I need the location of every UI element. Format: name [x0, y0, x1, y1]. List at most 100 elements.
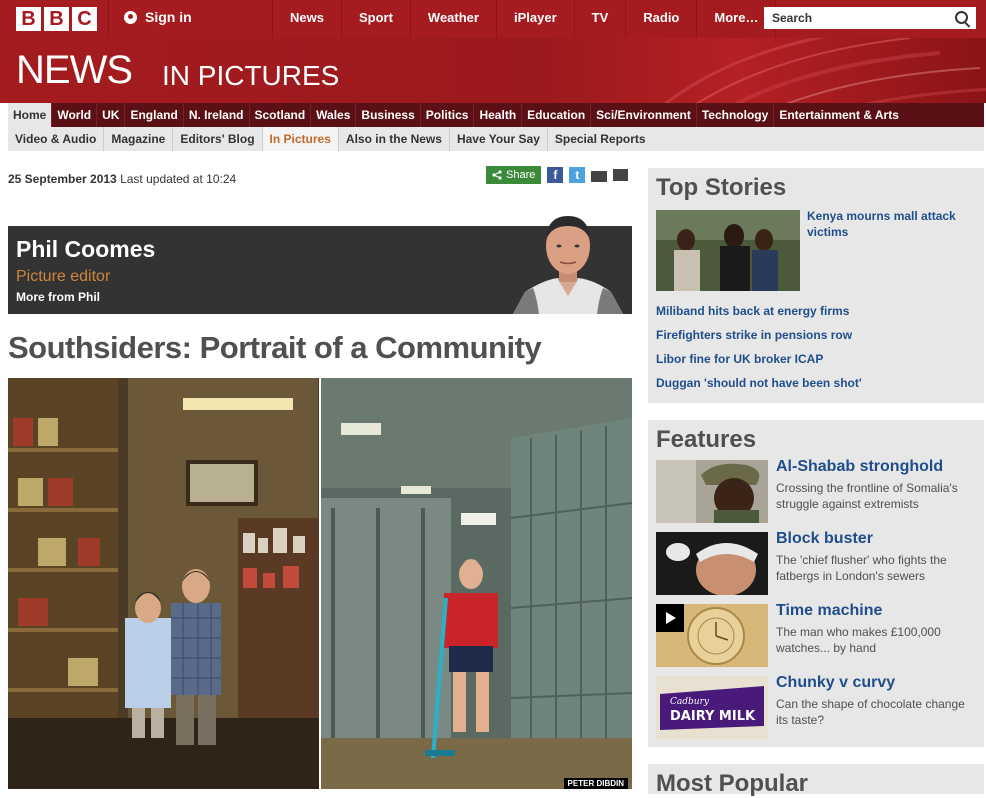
subnav-magazine[interactable]: Magazine: [104, 127, 174, 151]
share-button[interactable]: Share: [486, 166, 542, 184]
search-input[interactable]: Search: [764, 7, 976, 29]
logo-letter-b1: B: [16, 7, 41, 31]
last-updated: Last updated at 10:24: [120, 172, 237, 186]
feature-title[interactable]: Time machine: [776, 602, 882, 620]
share-tools: Share f t: [486, 166, 629, 184]
share-icon: [492, 170, 502, 180]
topnav-news[interactable]: News: [272, 0, 341, 38]
search-placeholder: Search: [772, 11, 813, 25]
feature-title[interactable]: Block buster: [776, 530, 873, 548]
bbc-logo[interactable]: B B C: [16, 7, 97, 31]
flusher-photo: [656, 532, 768, 595]
divider: [108, 0, 109, 38]
play-icon[interactable]: [656, 604, 684, 632]
nav-england[interactable]: England: [125, 103, 184, 127]
top-story-image[interactable]: [656, 210, 800, 291]
nav-world[interactable]: World: [52, 103, 98, 127]
nav-uk[interactable]: UK: [97, 103, 126, 127]
banner-swoosh-graphic: [663, 38, 986, 103]
primary-nav: Home World UK England N. Ireland Scotlan…: [8, 103, 984, 127]
topnav-iplayer[interactable]: iPlayer: [495, 0, 574, 38]
top-stories-title: Top Stories: [656, 174, 787, 201]
top-story-link-1[interactable]: Miliband hits back at energy firms: [656, 304, 849, 318]
feature-desc: Can the shape of chocolate change its ta…: [776, 697, 965, 727]
signin-label: Sign in: [145, 9, 192, 25]
share-label: Share: [506, 169, 536, 181]
top-story-link-3[interactable]: Libor fine for UK broker ICAP: [656, 352, 823, 366]
article-date: 25 September 2013: [8, 172, 117, 186]
logo-letter-b2: B: [44, 7, 69, 31]
feature-item[interactable]: Block buster The 'chief flusher' who fig…: [656, 530, 976, 596]
section-title: IN PICTURES: [162, 60, 340, 91]
most-popular-box: Most Popular: [648, 764, 984, 797]
changing-room-scene: [321, 378, 632, 789]
subnav-also-in-the-news[interactable]: Also in the News: [339, 127, 450, 151]
nav-sci-environment[interactable]: Sci/Environment: [591, 103, 697, 127]
nav-politics[interactable]: Politics: [421, 103, 475, 127]
most-popular-title: Most Popular: [656, 770, 809, 797]
topnav-tv[interactable]: TV: [573, 0, 626, 38]
nav-education[interactable]: Education: [522, 103, 592, 127]
date-line: 25 September 2013 Last updated at 10:24: [8, 172, 236, 186]
author-photo: [513, 216, 623, 314]
top-story-link-4[interactable]: Duggan 'should not have been shot': [656, 376, 862, 390]
photo-shopkeepers: [8, 378, 319, 789]
subnav-special-reports[interactable]: Special Reports: [548, 127, 653, 151]
features-title: Features: [656, 426, 757, 453]
feature-item[interactable]: Time machine The man who makes £100,000 …: [656, 602, 976, 668]
top-story-main-link[interactable]: Kenya mourns mall attack victims: [807, 208, 967, 240]
topnav-weather[interactable]: Weather: [409, 0, 496, 38]
feature-title[interactable]: Al-Shabab stronghold: [776, 458, 943, 476]
chocolate-photo: Cadbury DAIRY MILK: [656, 676, 768, 739]
nav-home[interactable]: Home: [8, 103, 53, 127]
feature-item[interactable]: Al-Shabab stronghold Crossing the frontl…: [656, 458, 976, 524]
top-bar: B B C Sign in News Sport Weather iPlayer…: [0, 0, 986, 38]
subnav-editors-blog[interactable]: Editors' Blog: [173, 127, 263, 151]
feature-desc: The 'chief flusher' who fights the fatbe…: [776, 553, 947, 583]
nav-business[interactable]: Business: [356, 103, 421, 127]
author-name: Phil Coomes: [16, 236, 156, 262]
email-icon[interactable]: [591, 170, 608, 182]
top-nav: News Sport Weather iPlayer TV Radio More…: [272, 0, 777, 38]
chocolate-brand-text: Cadbury: [670, 697, 710, 707]
subnav-have-your-say[interactable]: Have Your Say: [450, 127, 548, 151]
nav-technology[interactable]: Technology: [697, 103, 775, 127]
search-icon[interactable]: [955, 11, 968, 24]
features-box: Features Al-Shabab stronghold Crossing t…: [648, 420, 984, 747]
top-story-link-2[interactable]: Firefighters strike in pensions row: [656, 328, 852, 342]
feature-image: [656, 604, 768, 667]
soldier-photo: [656, 460, 768, 523]
photo-credit: PETER DIBDIN: [563, 778, 628, 789]
feature-image: Cadbury DAIRY MILK: [656, 676, 768, 739]
feature-desc: The man who makes £100,000 watches... by…: [776, 625, 941, 655]
topnav-sport[interactable]: Sport: [340, 0, 410, 38]
subnav-in-pictures[interactable]: In Pictures: [262, 127, 339, 151]
feature-item[interactable]: Cadbury DAIRY MILK Chunky v curvy Can th…: [656, 674, 976, 740]
feature-image: [656, 460, 768, 523]
nav-entertainment-arts[interactable]: Entertainment & Arts: [774, 103, 904, 127]
print-icon[interactable]: [613, 169, 629, 181]
logo-letter-c: C: [72, 7, 97, 31]
signin-link[interactable]: Sign in: [124, 9, 192, 25]
mourners-photo: [656, 210, 800, 291]
feature-desc: Crossing the frontline of Somalia's stru…: [776, 481, 958, 511]
feature-title[interactable]: Chunky v curvy: [776, 674, 895, 692]
chocolate-product-text: DAIRY MILK: [670, 709, 756, 724]
nav-n-ireland[interactable]: N. Ireland: [184, 103, 250, 127]
shop-scene: [8, 378, 319, 789]
user-icon: [124, 10, 137, 24]
article-headline: Southsiders: Portrait of a Community: [8, 330, 542, 365]
feature-image: [656, 532, 768, 595]
more-from-author-link[interactable]: More from Phil: [16, 290, 100, 304]
facebook-icon[interactable]: f: [547, 167, 564, 183]
author-panel: Phil Coomes Picture editor More from Phi…: [8, 216, 632, 314]
nav-wales[interactable]: Wales: [311, 103, 357, 127]
nav-scotland[interactable]: Scotland: [250, 103, 312, 127]
top-stories-box: Top Stories Kenya mourns mall attack vic…: [648, 168, 984, 403]
subnav-video-audio[interactable]: Video & Audio: [8, 127, 105, 151]
nav-health[interactable]: Health: [474, 103, 523, 127]
secondary-nav: Video & Audio Magazine Editors' Blog In …: [8, 127, 984, 151]
twitter-icon[interactable]: t: [569, 167, 586, 183]
news-title[interactable]: NEWS: [16, 48, 133, 93]
topnav-radio[interactable]: Radio: [625, 0, 696, 38]
